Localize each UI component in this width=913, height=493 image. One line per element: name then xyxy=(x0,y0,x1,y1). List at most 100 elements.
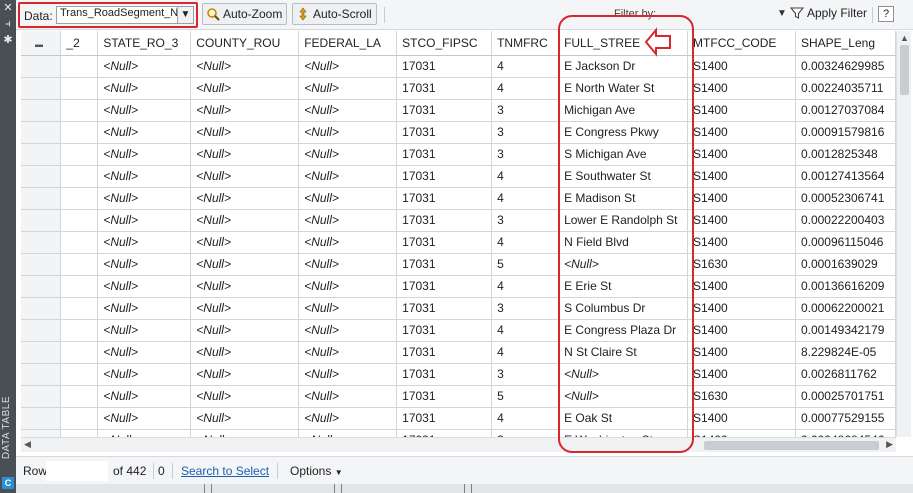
column-header-col-full-stree[interactable]: FULL_STREE xyxy=(558,31,689,56)
apply-filter-button[interactable]: Apply Filter xyxy=(790,6,867,20)
table-cell[interactable]: <Null> xyxy=(558,253,689,276)
table-cell[interactable]: <Null> xyxy=(190,231,300,254)
table-cell[interactable]: E Southwater St xyxy=(558,165,689,188)
table-cell[interactable]: <Null> xyxy=(97,429,192,437)
table-cell[interactable]: <Null> xyxy=(97,407,192,430)
table-cell[interactable]: <Null> xyxy=(97,165,192,188)
table-cell[interactable]: <Null> xyxy=(97,55,192,78)
column-header-col-mtfcc-code[interactable]: MTFCC_CODE xyxy=(687,31,796,56)
table-cell[interactable]: E Washington St xyxy=(558,429,689,437)
table-row[interactable]: <Null> <Null> <Null> 17031 3 E Congress Pkwy S… xyxy=(21,121,896,144)
table-cell[interactable]: <Null> xyxy=(97,231,192,254)
table-cell[interactable]: <Null> xyxy=(190,429,300,437)
table-cell[interactable]: 17031 xyxy=(396,121,493,144)
table-cell[interactable]: <Null> xyxy=(190,363,300,386)
table-row[interactable]: <Null> <Null> <Null> 17031 4 E Erie St S1400 0.… xyxy=(21,275,896,298)
row-selector[interactable] xyxy=(21,385,62,408)
table-cell[interactable]: <Null> xyxy=(298,253,398,276)
table-cell[interactable]: <Null> xyxy=(298,363,398,386)
scroll-left-icon[interactable]: ◀ xyxy=(24,439,31,450)
table-cell[interactable]: E Erie St xyxy=(558,275,689,298)
table-cell[interactable]: 0.00149342179 xyxy=(795,319,896,342)
table-cell[interactable]: 0.00062200021 xyxy=(795,297,896,320)
table-cell[interactable]: 0.00048684546 xyxy=(795,429,896,437)
table-cell[interactable] xyxy=(60,297,99,320)
table-cell[interactable]: 17031 xyxy=(396,385,493,408)
vertical-scroll-thumb[interactable] xyxy=(900,45,909,95)
table-cell[interactable]: 17031 xyxy=(396,187,493,210)
table-row[interactable]: <Null> <Null> <Null> 17031 4 E Southwater St S… xyxy=(21,165,896,188)
row-selector[interactable] xyxy=(21,363,62,386)
table-cell[interactable] xyxy=(60,99,99,122)
table-row[interactable]: <Null> <Null> <Null> 17031 4 E Jackson Dr S140… xyxy=(21,55,896,78)
table-cell[interactable]: 17031 xyxy=(396,407,493,430)
table-row[interactable]: <Null> <Null> <Null> 17031 3 Michigan Ave S140… xyxy=(21,99,896,122)
close-icon[interactable]: ✕ xyxy=(2,2,14,14)
table-cell[interactable]: <Null> xyxy=(298,55,398,78)
table-cell[interactable]: E Jackson Dr xyxy=(558,55,689,78)
table-cell[interactable]: <Null> xyxy=(190,187,300,210)
data-source-dropdown[interactable]: Trans_RoadSegment_NOT5 ▼ xyxy=(56,6,194,24)
table-cell[interactable]: <Null> xyxy=(97,253,192,276)
chevron-down-icon[interactable]: ▼ xyxy=(177,7,193,23)
table-cell[interactable]: <Null> xyxy=(97,121,192,144)
table-cell[interactable]: <Null> xyxy=(97,99,192,122)
table-row[interactable]: <Null> <Null> <Null> 17031 4 E Madison St S140… xyxy=(21,187,896,210)
table-cell[interactable]: 4 xyxy=(491,165,560,188)
table-cell[interactable]: <Null> xyxy=(298,121,398,144)
table-cell[interactable]: <Null> xyxy=(190,55,300,78)
table-cell[interactable]: 17031 xyxy=(396,341,493,364)
table-cell[interactable]: <Null> xyxy=(190,341,300,364)
table-cell[interactable] xyxy=(60,77,99,100)
row-selector[interactable] xyxy=(21,319,62,342)
table-row[interactable]: <Null> <Null> <Null> 17031 4 E North Water St… xyxy=(21,77,896,100)
column-header-col-shape-leng[interactable]: SHAPE_Leng xyxy=(795,31,896,56)
scroll-up-icon[interactable]: ▲ xyxy=(900,33,909,43)
table-cell[interactable]: 0.0012825348 xyxy=(795,143,896,166)
table-cell[interactable]: <Null> xyxy=(298,165,398,188)
table-cell[interactable]: <Null> xyxy=(97,385,192,408)
column-header-col-state-ro-3[interactable]: STATE_RO_3 xyxy=(97,31,192,56)
table-cell[interactable]: S1400 xyxy=(687,407,796,430)
table-cell[interactable]: 0.00052306741 xyxy=(795,187,896,210)
row-selector[interactable] xyxy=(21,297,62,320)
table-cell[interactable]: 3 xyxy=(491,121,560,144)
table-cell[interactable]: Lower E Randolph St xyxy=(558,209,689,232)
table-cell[interactable] xyxy=(60,55,99,78)
table-cell[interactable]: 17031 xyxy=(396,209,493,232)
table-row[interactable]: <Null> <Null> <Null> 17031 3 <Null> S1400 0.002… xyxy=(21,363,896,386)
table-cell[interactable]: S1400 xyxy=(687,297,796,320)
auto-scroll-button[interactable]: Auto-Scroll xyxy=(292,3,377,25)
table-cell[interactable]: S1400 xyxy=(687,99,796,122)
table-cell[interactable]: 3 xyxy=(491,429,560,437)
vertical-scrollbar[interactable]: ▲ xyxy=(896,31,911,437)
table-cell[interactable]: <Null> xyxy=(298,319,398,342)
table-cell[interactable]: S Columbus Dr xyxy=(558,297,689,320)
table-row[interactable]: <Null> <Null> <Null> 17031 4 N Field Blvd S140… xyxy=(21,231,896,254)
table-cell[interactable]: <Null> xyxy=(298,187,398,210)
table-cell[interactable]: 0.00224035711 xyxy=(795,77,896,100)
select-all-icon[interactable]: ▬ xyxy=(21,40,43,49)
table-cell[interactable]: 3 xyxy=(491,297,560,320)
table-cell[interactable]: S1400 xyxy=(687,121,796,144)
table-cell[interactable]: 0.00096115046 xyxy=(795,231,896,254)
table-cell[interactable] xyxy=(60,121,99,144)
table-cell[interactable]: S1400 xyxy=(687,319,796,342)
table-cell[interactable]: S1400 xyxy=(687,165,796,188)
table-cell[interactable]: <Null> xyxy=(97,143,192,166)
table-cell[interactable]: 0.00127037084 xyxy=(795,99,896,122)
table-cell[interactable]: 17031 xyxy=(396,319,493,342)
table-cell[interactable] xyxy=(60,253,99,276)
table-cell[interactable]: <Null> xyxy=(97,209,192,232)
table-cell[interactable]: N Field Blvd xyxy=(558,231,689,254)
table-cell[interactable]: S1400 xyxy=(687,341,796,364)
table-cell[interactable]: 8.229824E-05 xyxy=(795,341,896,364)
table-cell[interactable]: 3 xyxy=(491,209,560,232)
table-cell[interactable]: 17031 xyxy=(396,231,493,254)
table-cell[interactable]: 17031 xyxy=(396,143,493,166)
table-cell[interactable] xyxy=(60,363,99,386)
table-cell[interactable]: S1400 xyxy=(687,231,796,254)
table-cell[interactable]: <Null> xyxy=(190,407,300,430)
table-cell[interactable]: <Null> xyxy=(97,77,192,100)
table-cell[interactable] xyxy=(60,187,99,210)
